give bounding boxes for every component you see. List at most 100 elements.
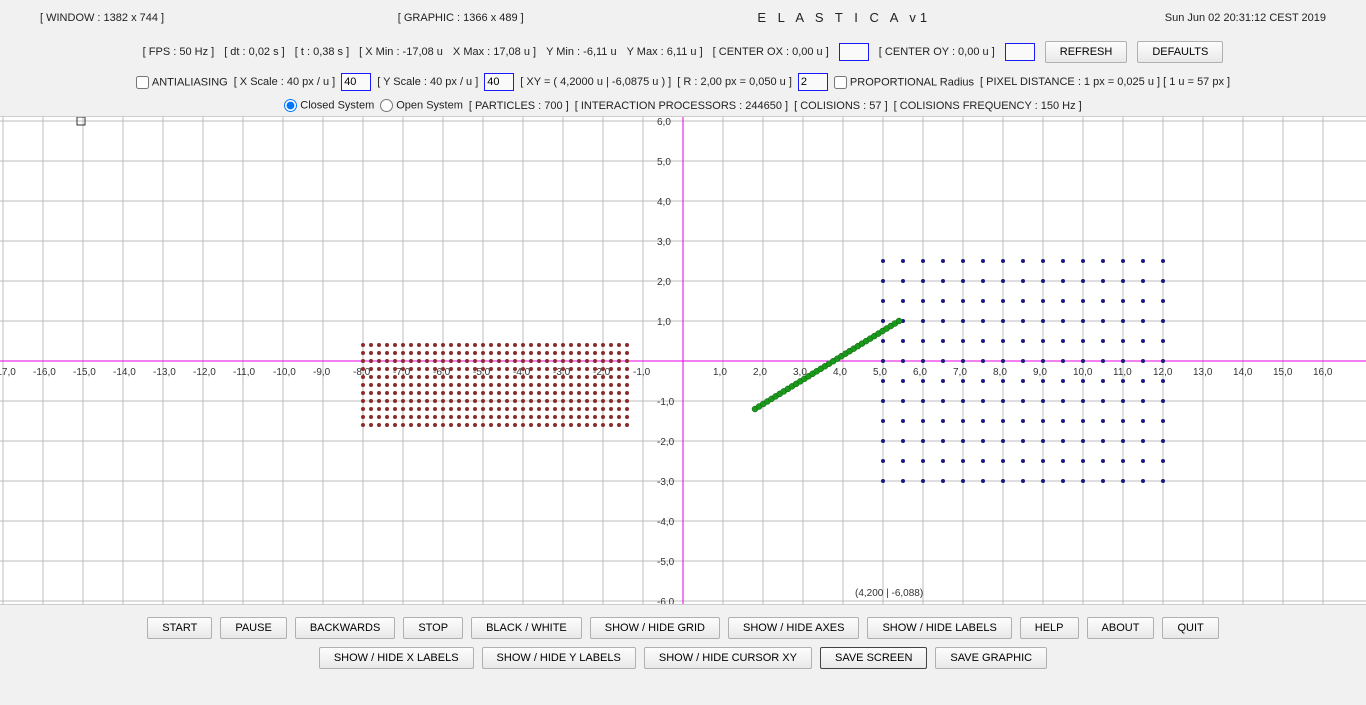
svg-text:16,0: 16,0 [1313,367,1333,378]
svg-text:-1,0: -1,0 [633,367,651,378]
graphic-size-label: [ GRAPHIC : 1366 x 489 ] [398,12,524,24]
show-hide-grid-button[interactable]: SHOW / HIDE GRID [590,617,720,639]
ymax-label: Y Max : 6,11 u ] [627,46,703,58]
datetime-label: Sun Jun 02 20:31:12 CEST 2019 [1165,12,1326,24]
antialias-checkbox[interactable] [136,76,149,89]
svg-text:1,0: 1,0 [713,367,727,378]
radius-input[interactable] [798,73,828,91]
svg-text:15,0: 15,0 [1273,367,1293,378]
svg-text:-9,0: -9,0 [313,367,331,378]
pause-button[interactable]: PAUSE [220,617,286,639]
cursor-xy-label: [ XY = ( 4,2000 u | -6,0875 u ) ] [520,76,671,88]
backwards-button[interactable]: BACKWARDS [295,617,396,639]
svg-text:-2,0: -2,0 [657,437,675,448]
svg-text:-4,0: -4,0 [657,517,675,528]
svg-text:-12,0: -12,0 [193,367,216,378]
svg-text:-6,0: -6,0 [657,597,675,605]
button-row-1: START PAUSE BACKWARDS STOP BLACK / WHITE… [0,613,1366,643]
svg-text:6,0: 6,0 [913,367,927,378]
svg-text:7,0: 7,0 [953,367,967,378]
collisions-label: [ COLISIONS : 57 ] [794,100,888,112]
svg-text:4,0: 4,0 [833,367,847,378]
svg-text:4,0: 4,0 [657,197,671,208]
svg-text:9,0: 9,0 [1033,367,1047,378]
show-hide-y-labels-button[interactable]: SHOW / HIDE Y LABELS [482,647,636,669]
svg-text:-1,0: -1,0 [657,397,675,408]
antialias-checkbox-label[interactable]: ANTIALIASING [136,76,228,89]
svg-text:-10,0: -10,0 [273,367,296,378]
svg-text:13,0: 13,0 [1193,367,1213,378]
closed-radio-label[interactable]: Closed System [284,99,374,112]
centeroy-input[interactable] [1005,43,1035,61]
svg-text:-11,0: -11,0 [233,367,255,378]
info-row-1: [ FPS : 50 Hz ] [ dt : 0,02 s ] [ t : 0,… [0,31,1366,69]
svg-text:-15,0: -15,0 [73,367,96,378]
xscale-label: [ X Scale : 40 px / u ] [234,76,336,88]
svg-text:1,0: 1,0 [657,317,671,328]
bottom-panel: START PAUSE BACKWARDS STOP BLACK / WHITE… [0,605,1366,677]
grid-svg: -17,0 -16,0 -15,0 -14,0 -13,0 -12,0 -11,0 -10,0… [0,117,1366,605]
svg-text:-16,0: -16,0 [33,367,56,378]
pixel-distance-label: [ PIXEL DISTANCE : 1 px = 0,025 u ] [ 1 … [980,76,1230,88]
simulation-canvas[interactable]: -17,0 -16,0 -15,0 -14,0 -13,0 -12,0 -11,0 -10,0… [0,116,1366,605]
button-row-2: SHOW / HIDE X LABELS SHOW / HIDE Y LABEL… [0,643,1366,673]
window-size-label: [ WINDOW : 1382 x 744 ] [40,12,164,24]
show-hide-axes-button[interactable]: SHOW / HIDE AXES [728,617,859,639]
header-row: [ WINDOW : 1382 x 744 ] [ GRAPHIC : 1366… [0,0,1366,31]
centerox-label: [ CENTER OX : 0,00 u ] [713,46,829,58]
open-radio[interactable] [380,99,393,112]
svg-text:8,0: 8,0 [993,367,1007,378]
svg-text:12,0: 12,0 [1153,367,1173,378]
open-radio-label[interactable]: Open System [380,99,463,112]
xmax-label: X Max : 17,08 u ] [453,46,536,58]
show-hide-x-labels-button[interactable]: SHOW / HIDE X LABELS [319,647,474,669]
info-row-2: ANTIALIASING [ X Scale : 40 px / u ] [ Y… [0,69,1366,95]
svg-text:11,0: 11,0 [1113,367,1132,378]
svg-text:5,0: 5,0 [873,367,887,378]
defaults-button[interactable]: DEFAULTS [1137,41,1223,63]
svg-text:-17,0: -17,0 [0,367,16,378]
app-title: E L A S T I C A v1 [757,10,931,25]
show-hide-cursor-xy-button[interactable]: SHOW / HIDE CURSOR XY [644,647,812,669]
centerox-input[interactable] [839,43,869,61]
xscale-input[interactable] [341,73,371,91]
save-screen-button[interactable]: SAVE SCREEN [820,647,927,669]
svg-text:3,0: 3,0 [657,237,671,248]
info-row-3: Closed System Open System [ PARTICLES : … [0,95,1366,116]
yscale-label: [ Y Scale : 40 px / u ] [377,76,478,88]
svg-text:-5,0: -5,0 [657,557,675,568]
svg-text:5,0: 5,0 [657,157,671,168]
svg-text:-14,0: -14,0 [113,367,136,378]
t-label: [ t : 0,38 s ] [295,46,349,58]
closed-radio[interactable] [284,99,297,112]
particles-label: [ PARTICLES : 700 ] [469,100,569,112]
help-button[interactable]: HELP [1020,617,1079,639]
xmin-label: [ X Min : -17,08 u [359,46,443,58]
svg-text:-3,0: -3,0 [657,477,675,488]
yscale-input[interactable] [484,73,514,91]
black-white-button[interactable]: BLACK / WHITE [471,617,582,639]
svg-text:-13,0: -13,0 [153,367,176,378]
start-button[interactable]: START [147,617,212,639]
cursor-coords-label: (4,200 | -6,088) [855,588,923,599]
dt-label: [ dt : 0,02 s ] [224,46,285,58]
proprad-checkbox[interactable] [834,76,847,89]
show-hide-labels-button[interactable]: SHOW / HIDE LABELS [867,617,1011,639]
ymin-label: Y Min : -6,11 u [546,46,617,58]
stop-button[interactable]: STOP [403,617,463,639]
proprad-checkbox-label[interactable]: PROPORTIONAL Radius [834,76,974,89]
fps-label: [ FPS : 50 Hz ] [143,46,215,58]
svg-text:6,0: 6,0 [657,117,671,128]
about-button[interactable]: ABOUT [1087,617,1155,639]
interaction-processors-label: [ INTERACTION PROCESSORS : 244650 ] [575,100,788,112]
save-graphic-button[interactable]: SAVE GRAPHIC [935,647,1047,669]
svg-text:2,0: 2,0 [657,277,671,288]
refresh-button[interactable]: REFRESH [1045,41,1128,63]
svg-text:10,0: 10,0 [1073,367,1093,378]
collisions-freq-label: [ COLISIONS FREQUENCY : 150 Hz ] [894,100,1082,112]
svg-text:2,0: 2,0 [753,367,767,378]
centeroy-label: [ CENTER OY : 0,00 u ] [879,46,995,58]
svg-text:14,0: 14,0 [1233,367,1253,378]
quit-button[interactable]: QUIT [1162,617,1218,639]
radius-label: [ R : 2,00 px = 0,050 u ] [677,76,792,88]
